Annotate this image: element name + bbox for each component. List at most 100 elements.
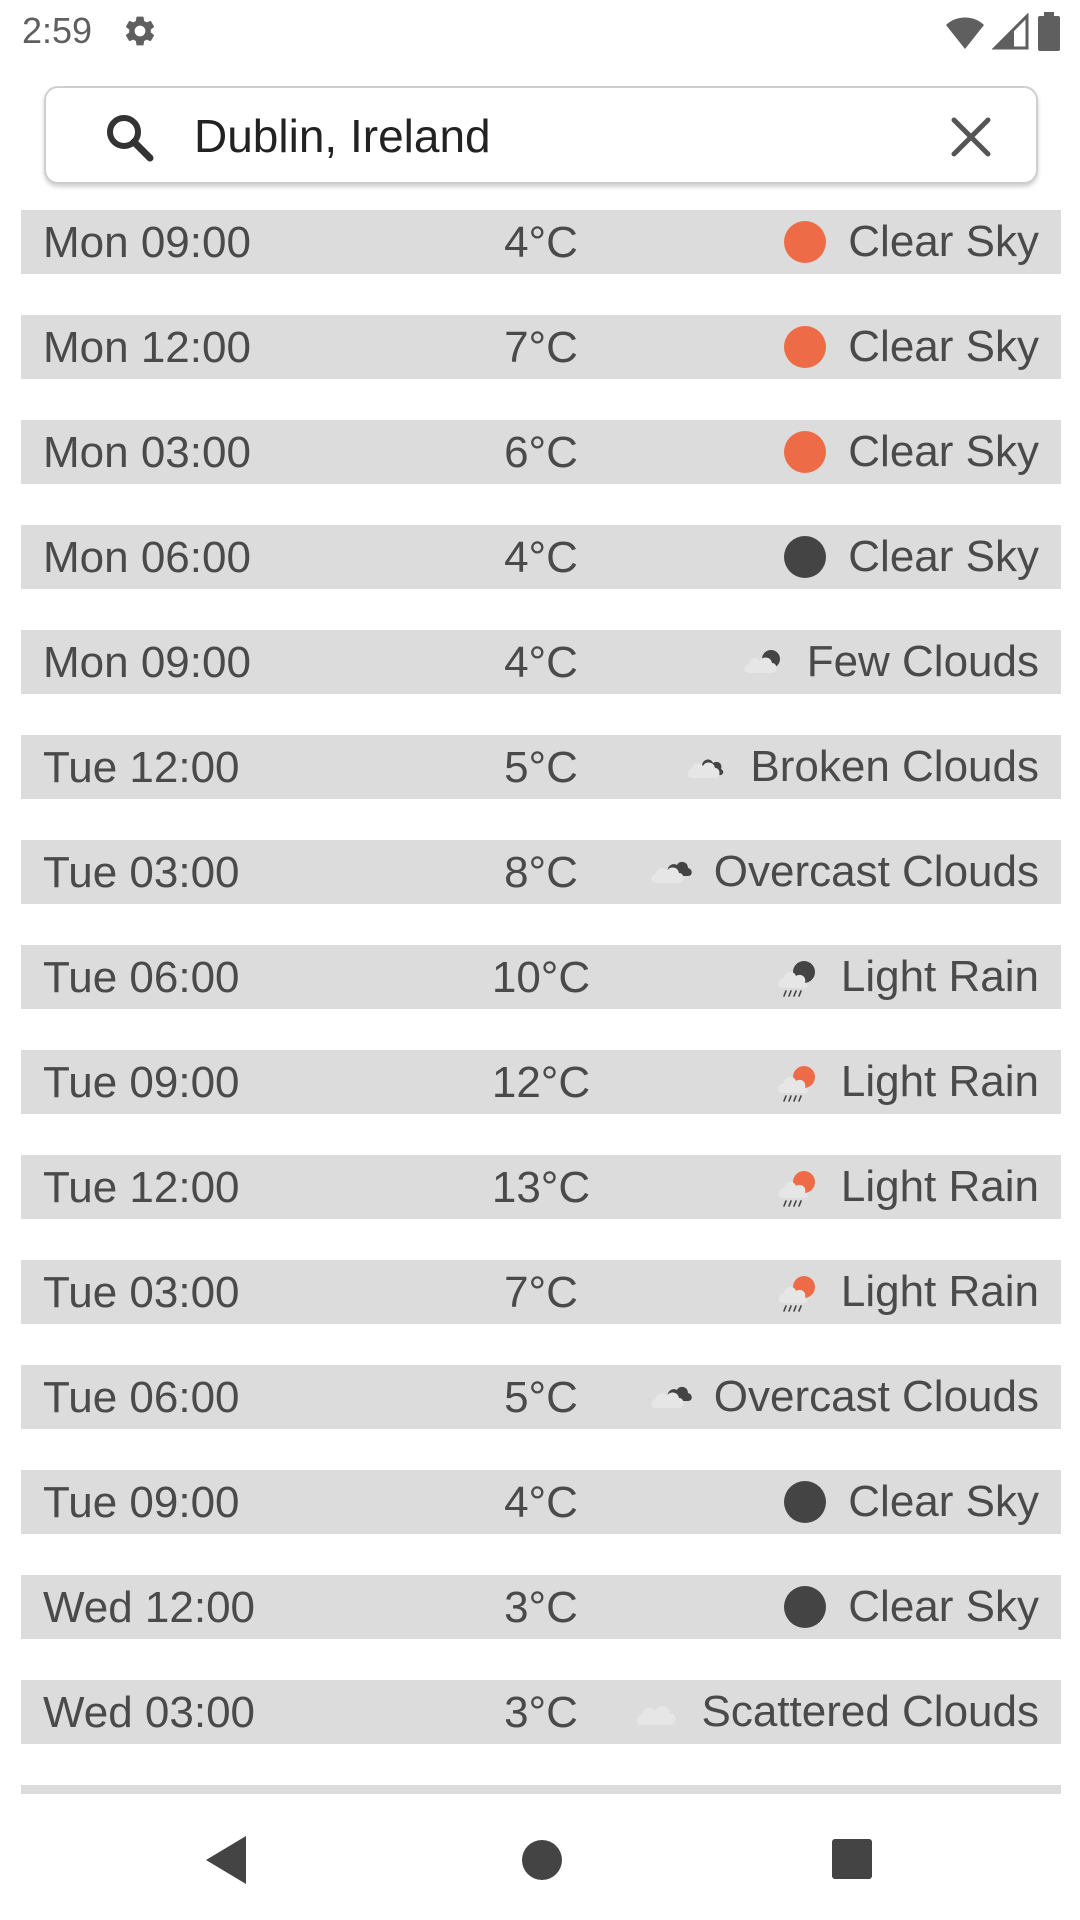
forecast-condition-label: Clear Sky — [848, 322, 1039, 371]
forecast-condition-label: Few Clouds — [806, 637, 1039, 686]
forecast-temperature: 4°C — [504, 1478, 578, 1527]
forecast-row[interactable]: Wed 12:00 3°C Clear Sky — [21, 1575, 1061, 1639]
forecast-temperature: 7°C — [504, 323, 578, 372]
sun-icon — [784, 431, 827, 473]
forecast-temperature: 4°C — [504, 638, 578, 687]
overcast-clouds-icon — [651, 861, 692, 883]
forecast-temperature: 3°C — [504, 1583, 578, 1632]
forecast-temperature: 4°C — [504, 533, 578, 582]
forecast-row[interactable]: Tue 03:00 8°C Overcast Clouds — [21, 840, 1061, 904]
broken-clouds-icon — [687, 759, 724, 778]
forecast-condition-label: Clear Sky — [848, 427, 1039, 476]
sun-icon — [784, 221, 827, 263]
forecast-time: Mon 12:00 — [43, 323, 251, 372]
forecast-condition-label: Clear Sky — [848, 217, 1039, 266]
forecast-temperature: 7°C — [504, 1268, 578, 1317]
forecast-condition-label: Light Rain — [840, 1267, 1039, 1316]
forecast-row[interactable]: Tue 06:00 5°C Overcast Clouds — [21, 1365, 1061, 1429]
forecast-time: Wed 12:00 — [43, 1583, 256, 1632]
forecast-condition: Light Rain — [775, 1050, 1039, 1114]
forecast-row[interactable]: Wed 03:00 3°C Scattered Clouds — [21, 1680, 1061, 1744]
forecast-condition-label: Light Rain — [840, 1057, 1039, 1106]
gear-icon — [125, 16, 155, 46]
forecast-row[interactable]: Tue 09:00 4°C Clear Sky — [21, 1470, 1061, 1534]
forecast-temperature: 10°C — [491, 953, 591, 1002]
forecast-row[interactable]: Tue 12:00 13°C Light Rain — [21, 1155, 1061, 1219]
forecast-condition: Overcast Clouds — [648, 1365, 1039, 1429]
forecast-row[interactable]: Tue 03:00 7°C Light Rain — [21, 1260, 1061, 1324]
scattered-clouds-icon — [637, 1706, 677, 1725]
forecast-row[interactable]: Mon 06:00 4°C Clear Sky — [21, 525, 1061, 589]
rain-day-icon — [778, 1066, 815, 1102]
forecast-condition: Clear Sky — [782, 315, 1039, 379]
recents-icon[interactable] — [831, 1838, 873, 1880]
moon-icon — [784, 1586, 827, 1628]
forecast-condition: Clear Sky — [782, 210, 1039, 274]
forecast-time: Mon 03:00 — [43, 428, 251, 477]
forecast-condition-label: Scattered Clouds — [701, 1687, 1039, 1736]
forecast-condition-label: Overcast Clouds — [713, 1372, 1039, 1421]
moon-icon — [784, 536, 827, 578]
rain-night-icon — [778, 961, 815, 997]
forecast-time: Tue 12:00 — [43, 1163, 240, 1212]
close-icon[interactable] — [944, 110, 998, 164]
home-icon[interactable] — [520, 1838, 564, 1882]
moon-icon — [784, 1481, 827, 1523]
forecast-condition: Few Clouds — [741, 630, 1039, 694]
forecast-condition: Light Rain — [775, 1155, 1039, 1219]
wifi-icon — [946, 17, 984, 49]
forecast-time: Mon 06:00 — [43, 533, 251, 582]
forecast-temperature: 12°C — [491, 1058, 591, 1107]
overcast-clouds-icon — [651, 1386, 692, 1408]
forecast-condition: Scattered Clouds — [635, 1680, 1039, 1744]
forecast-time: Tue 03:00 — [43, 1268, 240, 1317]
rain-day-icon — [778, 1276, 815, 1312]
forecast-time: Tue 03:00 — [43, 848, 240, 897]
search-icon[interactable] — [102, 110, 158, 166]
forecast-row[interactable]: Tue 09:00 12°C Light Rain — [21, 1050, 1061, 1114]
forecast-row[interactable]: Tue 06:00 10°C Light Rain — [21, 945, 1061, 1009]
status-bar: 2:59 — [0, 0, 1080, 62]
forecast-time: Tue 09:00 — [43, 1058, 240, 1107]
forecast-list[interactable]: Mon 09:00 4°C Clear Sky Mon 12:00 7°C Clear S… — [21, 210, 1061, 1794]
rain-day-icon — [778, 1171, 815, 1207]
forecast-time: Mon 09:00 — [43, 218, 251, 267]
forecast-condition: Light Rain — [775, 1260, 1039, 1324]
search-input[interactable] — [190, 106, 938, 166]
forecast-condition: Broken Clouds — [684, 735, 1039, 799]
forecast-time: Tue 09:00 — [43, 1478, 240, 1527]
forecast-temperature: 6°C — [504, 428, 578, 477]
forecast-row[interactable]: Mon 03:00 6°C Clear Sky — [21, 420, 1061, 484]
forecast-condition-label: Clear Sky — [848, 1582, 1039, 1631]
forecast-condition: Overcast Clouds — [648, 840, 1039, 904]
forecast-row[interactable]: Mon 12:00 7°C Clear Sky — [21, 315, 1061, 379]
forecast-time: Mon 09:00 — [43, 638, 251, 687]
forecast-row[interactable]: Mon 09:00 4°C Clear Sky — [21, 210, 1061, 274]
forecast-condition-label: Clear Sky — [848, 1477, 1039, 1526]
forecast-time: Tue 06:00 — [43, 1373, 240, 1422]
status-icons — [944, 12, 1062, 52]
forecast-temperature: 4°C — [504, 218, 578, 267]
forecast-temperature: 3°C — [504, 1688, 578, 1737]
forecast-condition-label: Light Rain — [840, 952, 1039, 1001]
navigation-bar — [0, 1800, 1080, 1920]
sun-icon — [784, 326, 827, 368]
forecast-temperature: 5°C — [504, 1373, 578, 1422]
forecast-condition-label: Overcast Clouds — [713, 847, 1039, 896]
forecast-time: Tue 06:00 — [43, 953, 240, 1002]
forecast-temperature: 8°C — [504, 848, 578, 897]
forecast-time: Tue 12:00 — [43, 743, 240, 792]
forecast-temperature: 5°C — [504, 743, 578, 792]
cloud-night-icon — [744, 650, 780, 673]
forecast-row[interactable]: Mon 09:00 4°C Few Clouds — [21, 630, 1061, 694]
forecast-condition: Clear Sky — [782, 1575, 1039, 1639]
forecast-condition: Clear Sky — [782, 1470, 1039, 1534]
status-time: 2:59 — [22, 10, 93, 51]
back-icon[interactable] — [202, 1834, 250, 1886]
forecast-row[interactable]: Tue 12:00 5°C Broken Clouds — [21, 735, 1061, 799]
battery-icon — [1038, 12, 1060, 51]
forecast-row[interactable] — [21, 1785, 1061, 1794]
search-bar — [44, 86, 1038, 184]
forecast-time: Wed 03:00 — [43, 1688, 256, 1737]
forecast-condition-label: Broken Clouds — [750, 742, 1039, 791]
